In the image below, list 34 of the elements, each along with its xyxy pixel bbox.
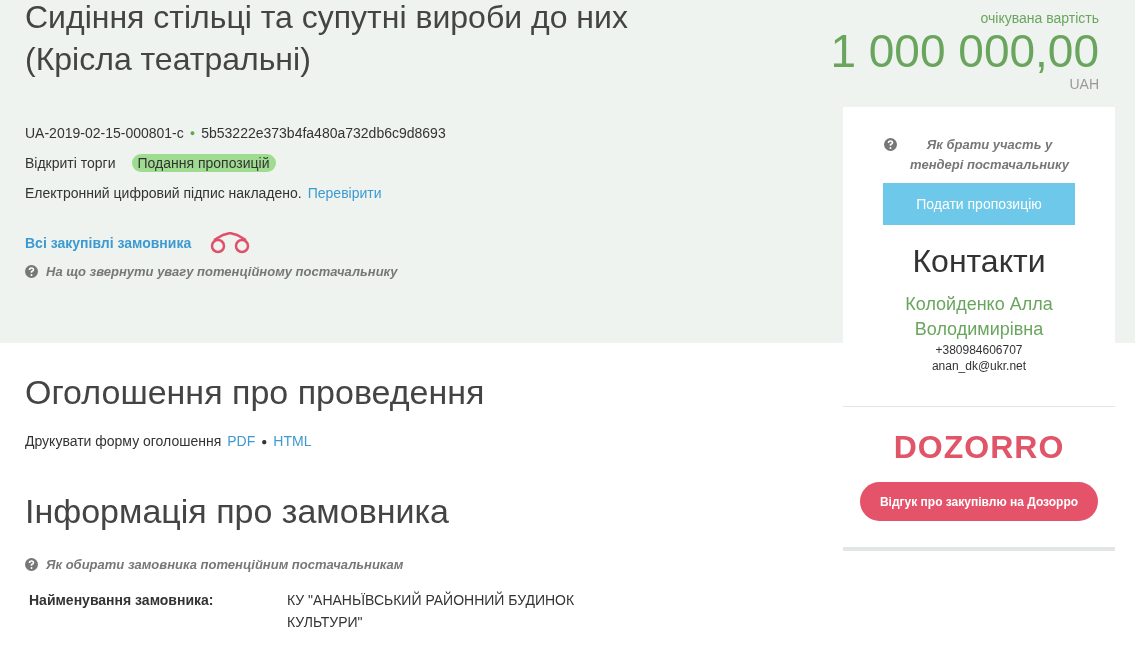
procedure-type: Відкриті торги [25, 155, 116, 171]
pdf-link[interactable]: PDF [227, 433, 256, 449]
hint-text[interactable]: Як обирати замовника потенційним постачальникам [46, 557, 404, 572]
print-label: Друкувати форму оголошення [25, 433, 222, 449]
tender-id: UA-2019-02-15-000801-c [25, 125, 184, 141]
help-icon [25, 558, 38, 571]
field-label: Найменування замовника: [28, 592, 215, 610]
dozorro-logo: DOZORRO [893, 429, 1065, 466]
binoculars-icon [209, 232, 252, 254]
contact-phone: +380984606707 [935, 342, 1023, 358]
currency-label: UAH [1068, 76, 1099, 92]
help-icon [25, 265, 38, 278]
value-amount: 1 000 000,00 [830, 26, 1099, 76]
signature-text: Електронний цифровий підпис накладено. [25, 185, 302, 201]
tender-hash: 5b53222e373b4fa480a732db6c9d8693 [201, 125, 446, 141]
field-value: КУ "АНАНЬЇВСЬКИЙ РАЙОННИЙ БУДИНОК КУЛЬТУРИ" [287, 590, 576, 632]
contact-email: anan_dk@ukr.net [931, 358, 1027, 374]
separator-dot: ● [261, 435, 268, 447]
feedback-button[interactable]: Відгук про закупівлю на Дозорро [860, 482, 1098, 521]
separator-dot: ● [189, 128, 196, 138]
help-icon [884, 138, 897, 151]
hint-text[interactable]: Як брати участь у тендері постачальнику [905, 135, 1074, 175]
html-link[interactable]: HTML [273, 433, 312, 449]
value-label: очікувана вартість [979, 10, 1099, 26]
section-title: Оголошення про проведення [25, 373, 485, 412]
submit-bid-button[interactable]: Подати пропозицію [883, 183, 1075, 225]
verify-link[interactable]: Перевірити [307, 185, 382, 201]
contact-name: Колойденко Алла Володимирівна [904, 293, 1054, 341]
all-purchases-link[interactable]: Всі закупівлі замовника [25, 235, 192, 251]
status-badge: Подання пропозицій [131, 154, 276, 172]
section-title: Інформація про замовника [25, 492, 449, 531]
contacts-title: Контакти [912, 243, 1046, 280]
hint-text[interactable]: На що звернути увагу потенційному постачальнику [46, 264, 398, 279]
tender-title: Сидіння стільці та супутні вироби до них (Крісла театральні) [25, 0, 629, 79]
